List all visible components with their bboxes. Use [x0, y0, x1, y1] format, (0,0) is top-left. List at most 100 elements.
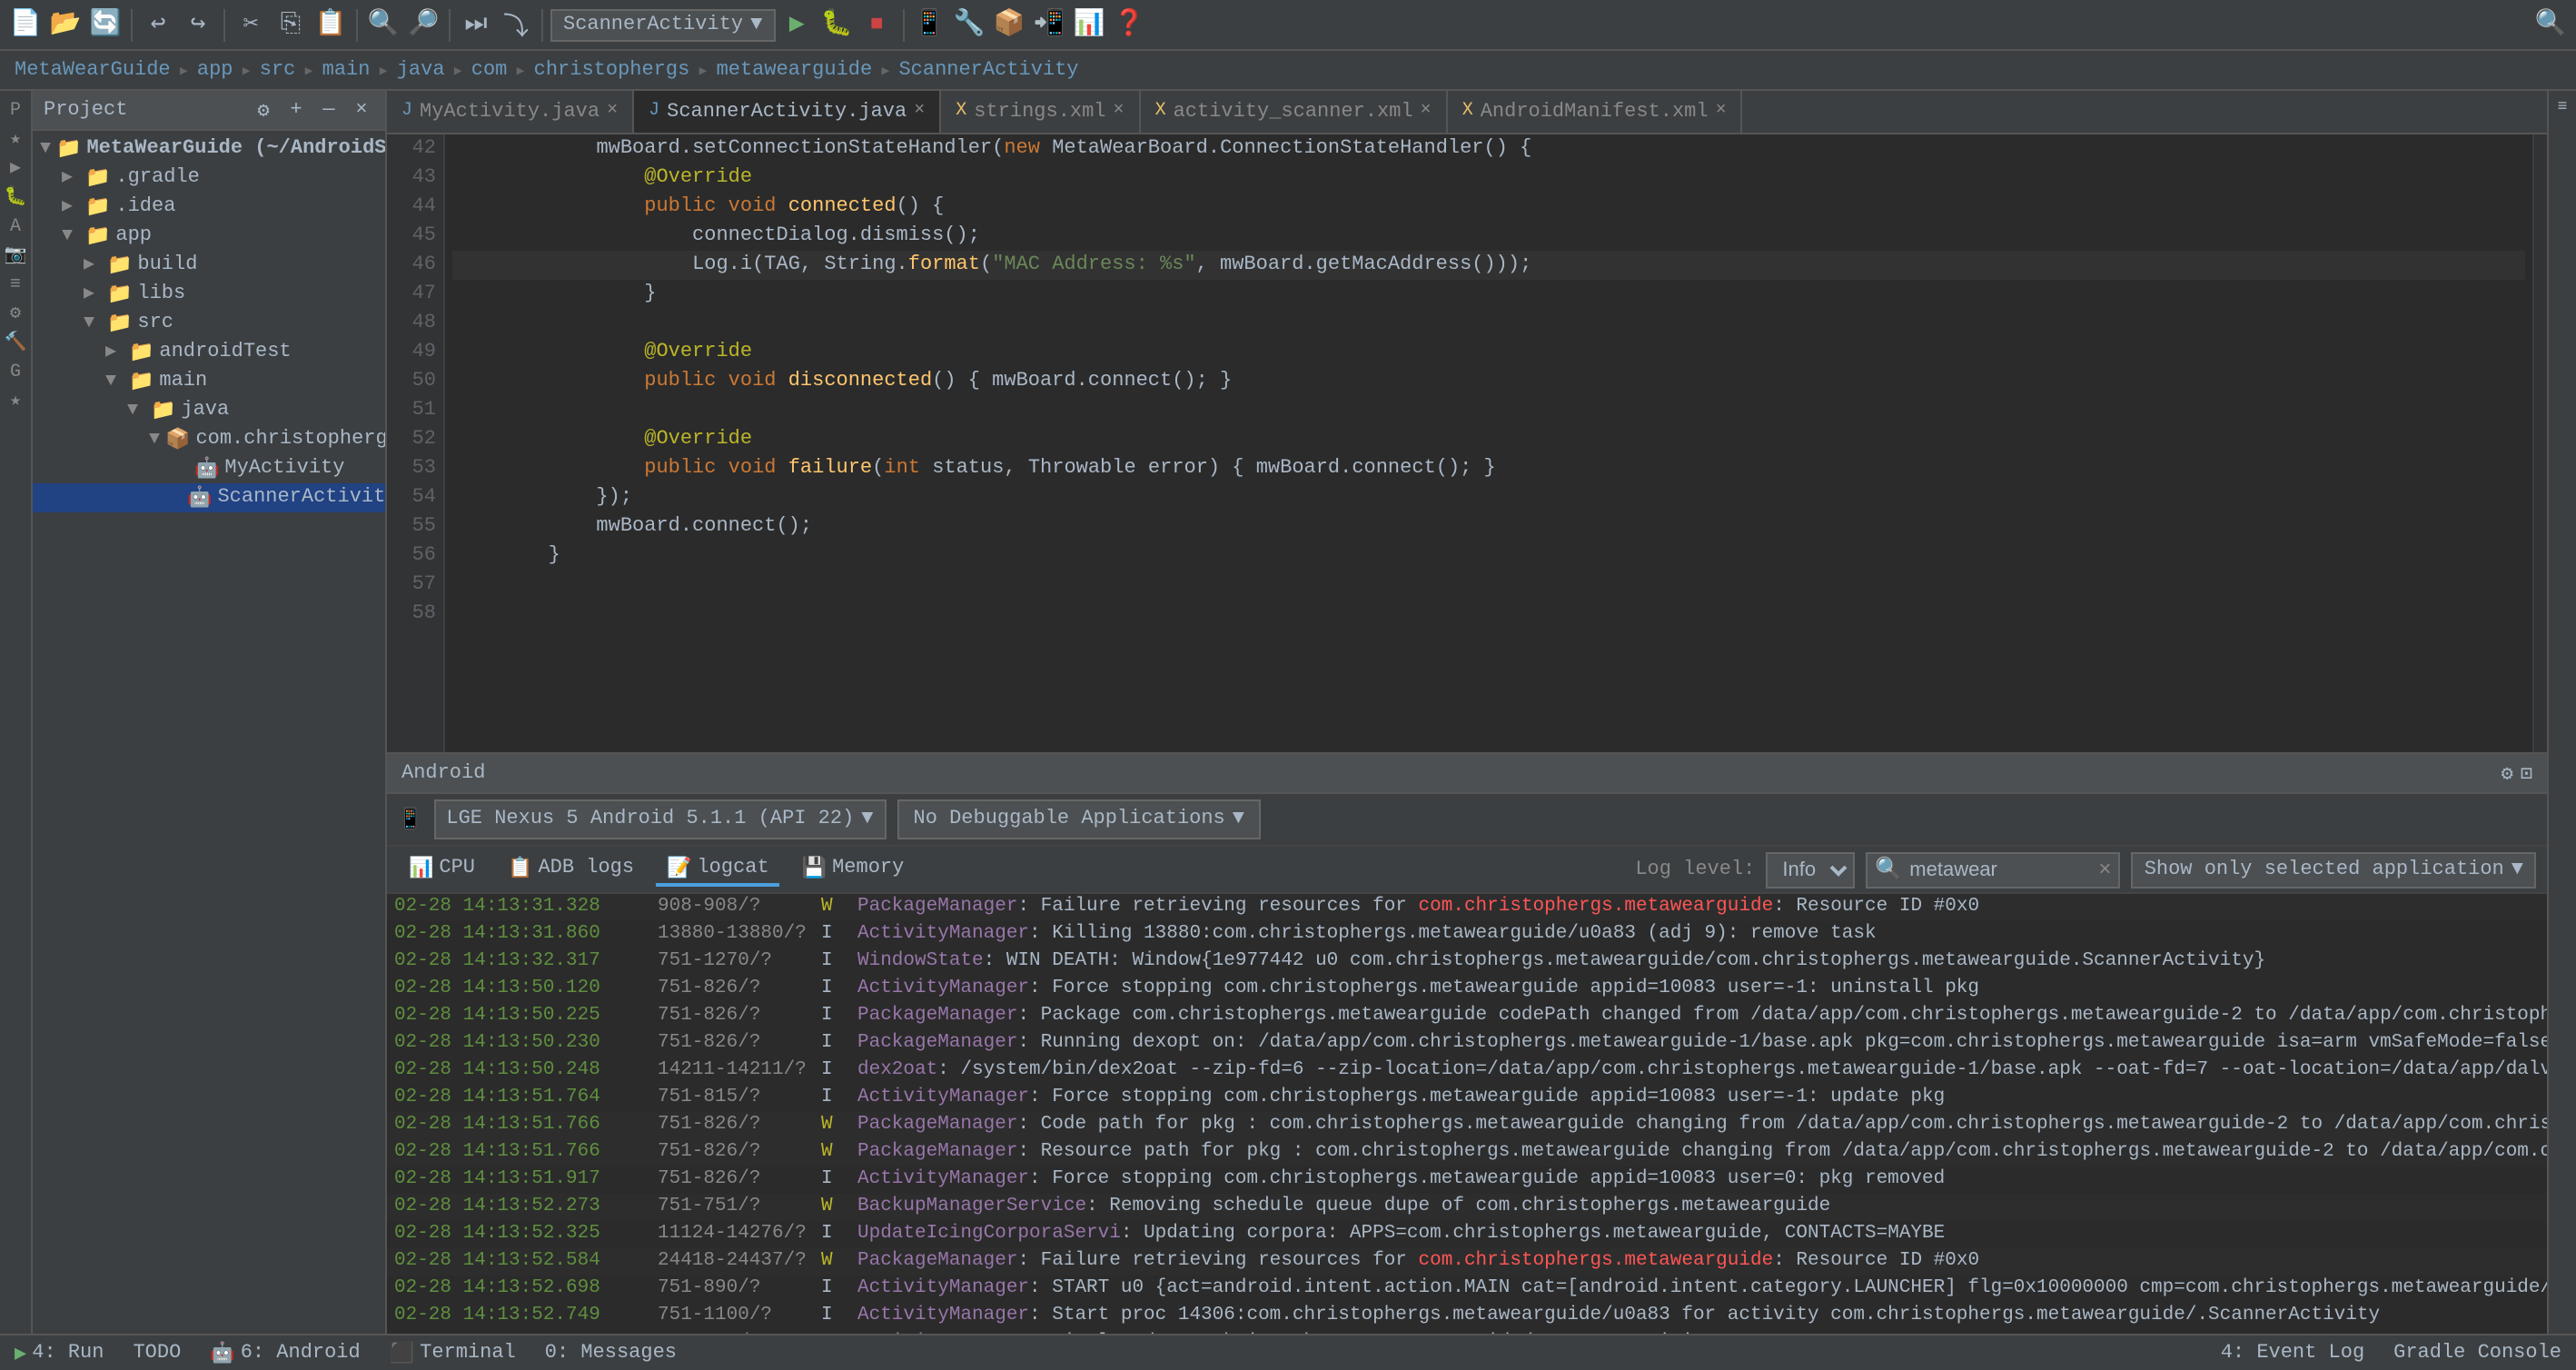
panel-collapse-icon[interactable]: —: [316, 97, 342, 123]
sdk-icon[interactable]: 📦: [991, 6, 1027, 43]
tree-arrow-java: ▼: [127, 401, 145, 421]
code-content[interactable]: mwBoard.setConnectionStateHandler(new Me…: [445, 134, 2532, 752]
stop-icon[interactable]: ⏹: [858, 6, 895, 43]
attach-icon[interactable]: 📱: [911, 6, 947, 43]
show-only-selected-button[interactable]: Show only selected application ▼: [2132, 851, 2536, 888]
android-btn[interactable]: 🤖 6: Android: [203, 1340, 367, 1365]
help-icon[interactable]: ❓: [1111, 6, 1147, 43]
messages-btn[interactable]: 0: Messages: [538, 1342, 684, 1364]
close-tab-myactivity[interactable]: ×: [607, 102, 618, 122]
breadcrumb-metawearguide2[interactable]: metawearguide: [717, 59, 873, 81]
todo-btn[interactable]: TODO: [125, 1342, 188, 1364]
tab-myactivity[interactable]: J MyActivity.java ×: [387, 91, 634, 134]
tab-androidmanifest[interactable]: X AndroidManifest.xml ×: [1448, 91, 1743, 134]
favorites-sidebar-icon[interactable]: ★: [3, 389, 28, 414]
paste-icon[interactable]: 📋: [312, 6, 349, 43]
tab-logcat[interactable]: 📝 logcat: [656, 853, 780, 886]
panel-expand-icon[interactable]: +: [283, 97, 309, 123]
run-status-btn[interactable]: ▶ 4: Run: [7, 1340, 111, 1365]
redo-icon[interactable]: ↪: [180, 6, 216, 43]
breadcrumb-metawearguide[interactable]: MetaWearGuide: [15, 59, 171, 81]
tree-label-src: src: [137, 313, 173, 334]
device-dropdown[interactable]: LGE Nexus 5 Android 5.1.1 (API 22) ▼: [433, 799, 886, 839]
code-line-54: });: [452, 483, 2525, 512]
tab-label-androidmanifest: AndroidManifest.xml: [1481, 101, 1709, 123]
tree-myactivity[interactable]: ▶ 🤖 MyActivity: [33, 454, 385, 483]
project-sidebar-icon[interactable]: P: [3, 98, 28, 124]
panel-restore-icon[interactable]: ⊡: [2521, 760, 2532, 786]
breadcrumb-com[interactable]: com: [471, 59, 508, 81]
run-config-dropdown[interactable]: ScannerActivity ▼: [550, 8, 775, 41]
breadcrumb-christophergs[interactable]: christophergs: [534, 59, 690, 81]
close-tab-scanneractivity[interactable]: ×: [914, 102, 925, 122]
tree-androidtest[interactable]: ▶ 📁 androidTest: [33, 338, 385, 367]
breadcrumb-src[interactable]: src: [260, 59, 296, 81]
debug-icon[interactable]: 🐛: [818, 6, 855, 43]
android-sidebar-icon[interactable]: A: [3, 214, 28, 240]
tab-strings[interactable]: X strings.xml ×: [941, 91, 1140, 134]
gradle-sidebar-icon[interactable]: G: [3, 360, 28, 385]
find-icon[interactable]: 🔍: [365, 6, 401, 43]
tree-src[interactable]: ▼ 📁 src: [33, 309, 385, 338]
tree-package[interactable]: ▼ 📦 com.christophergs.metawearguide: [33, 425, 385, 454]
build-icon[interactable]: 🔨: [3, 331, 28, 356]
cut-icon[interactable]: ✂: [233, 6, 269, 43]
search-input[interactable]: [1909, 859, 2091, 880]
search-everywhere-icon[interactable]: 🔍: [2532, 6, 2569, 43]
log-level-select[interactable]: Info: [1766, 851, 1855, 888]
log-area[interactable]: 02-28 14:13:31.328 908-908/? W PackageMa…: [387, 894, 2547, 1334]
debug-sidebar-icon[interactable]: 🐛: [3, 185, 28, 211]
breadcrumb-app[interactable]: app: [197, 59, 233, 81]
tree-main[interactable]: ▼ 📁 main: [33, 367, 385, 396]
clear-search-icon[interactable]: ×: [2098, 857, 2111, 882]
tree-label-java: java: [181, 400, 229, 422]
breadcrumb-scanneractivity[interactable]: ScannerActivity: [898, 59, 1078, 81]
favorites-icon[interactable]: ★: [3, 127, 28, 153]
tree-root[interactable]: ▼ 📁 MetaWearGuide (~/AndroidStudioProjec…: [33, 134, 385, 164]
panel-settings-icon-android[interactable]: ⚙: [2502, 760, 2513, 786]
tree-libs[interactable]: ▶ 📁 libs: [33, 280, 385, 309]
log-pid-14: 751-890/?: [658, 1276, 821, 1303]
copy-icon[interactable]: ⎘: [272, 6, 309, 43]
close-tab-androidmanifest[interactable]: ×: [1716, 102, 1727, 122]
tab-cpu[interactable]: 📊 CPU: [398, 853, 486, 886]
avd-icon[interactable]: 📲: [1031, 6, 1067, 43]
new-file-icon[interactable]: 📄: [7, 6, 44, 43]
panel-close-icon[interactable]: ×: [349, 97, 374, 123]
tree-build[interactable]: ▶ 📁 build: [33, 251, 385, 280]
run-icon[interactable]: ▶: [778, 6, 815, 43]
gradle-icon[interactable]: 🔧: [951, 6, 987, 43]
step-into-icon[interactable]: ⤵: [498, 6, 534, 43]
tab-activity-scanner[interactable]: X activity_scanner.xml ×: [1141, 91, 1448, 134]
event-log-btn[interactable]: 4: Event Log: [2214, 1342, 2372, 1364]
log-pid-1: 13880-13880/?: [658, 921, 821, 948]
tree-java[interactable]: ▼ 📁 java: [33, 396, 385, 425]
breadcrumb-main[interactable]: main: [322, 59, 371, 81]
run-sidebar-icon[interactable]: ▶: [3, 156, 28, 182]
open-icon[interactable]: 📂: [47, 6, 84, 43]
tab-memory[interactable]: 💾 Memory: [791, 853, 916, 886]
tab-adb-logs[interactable]: 📋 ADB logs: [497, 853, 645, 886]
no-debug-dropdown[interactable]: No Debuggable Applications ▼: [897, 799, 1262, 839]
terminal-btn[interactable]: ⬛ Terminal: [382, 1340, 523, 1365]
close-tab-strings[interactable]: ×: [1114, 102, 1125, 122]
sync-icon[interactable]: 🔄: [87, 6, 124, 43]
close-tab-activity-scanner[interactable]: ×: [1421, 102, 1432, 122]
tab-scanneractivity[interactable]: J ScannerActivity.java ×: [634, 91, 941, 134]
find-replace-icon[interactable]: 🔎: [405, 6, 441, 43]
captures-icon[interactable]: 📷: [3, 243, 28, 269]
variants-icon[interactable]: ⚙: [3, 302, 28, 327]
step-over-icon[interactable]: ⏭: [458, 6, 494, 43]
breadcrumb-java[interactable]: java: [397, 59, 445, 81]
undo-icon[interactable]: ↩: [140, 6, 176, 43]
structure-icon[interactable]: ≡: [3, 273, 28, 298]
right-sidebar-icon-1[interactable]: ≡: [2558, 98, 2568, 116]
logcat-icon[interactable]: 📊: [1071, 6, 1107, 43]
gradle-console-btn[interactable]: Gradle Console: [2386, 1342, 2569, 1364]
tree-scanneractivity[interactable]: ▶ 🤖 ScannerActivity: [33, 483, 385, 512]
panel-settings-icon[interactable]: ⚙: [251, 97, 276, 123]
tree-gradle[interactable]: ▶ 📁 .gradle: [33, 164, 385, 193]
tree-idea[interactable]: ▶ 📁 .idea: [33, 193, 385, 222]
tree-app[interactable]: ▼ 📁 app: [33, 222, 385, 251]
log-msg-3: : Force stopping com.christophergs.metaw…: [1029, 976, 1979, 1003]
